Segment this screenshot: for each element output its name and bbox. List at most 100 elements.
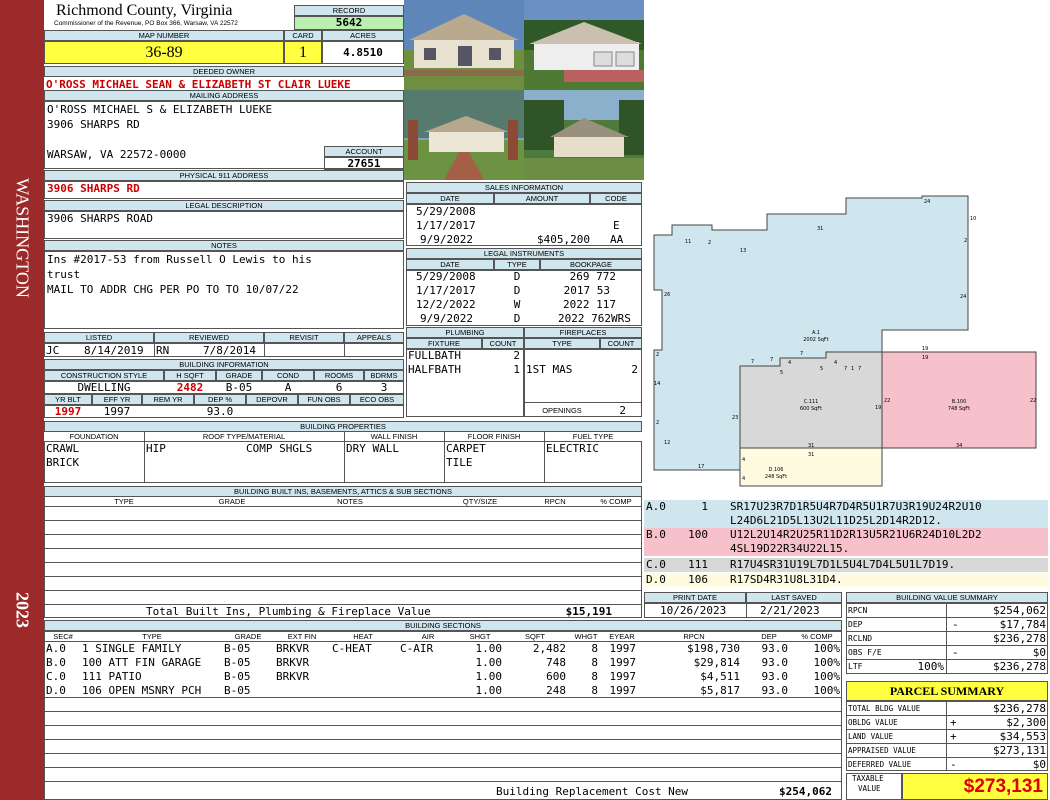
parcel-value: $0 [1032, 758, 1046, 771]
sketch-label-c: C.111 [804, 399, 819, 405]
sketch-dim: 11 [685, 239, 691, 245]
sales-code: AA [610, 233, 624, 246]
vs-pct: 100% [917, 660, 945, 673]
sketch-area-d-sqft: 248 SqFt [765, 474, 787, 480]
sec-col-header: SHGT [469, 632, 491, 641]
plumbing-fixture: FULLBATH [408, 349, 461, 362]
sketch-dim: 24 [960, 294, 966, 300]
section-rpcn: $4,511 [700, 670, 740, 683]
sketch-dim: 22 [884, 398, 890, 404]
roof-header: ROOF TYPE/MATERIAL [202, 432, 286, 441]
section-whgt: 8 [591, 670, 598, 683]
house-photo-driveway [404, 90, 524, 180]
section-type: 106 OPEN MSNRY PCH [82, 684, 202, 697]
section-eyear: 1997 [609, 642, 637, 655]
sketch-dim: 5 [820, 366, 823, 372]
parcel-label: LAND VALUE [848, 732, 894, 741]
sales-date: 1/17/2017 [416, 219, 476, 232]
sketch-code-type: 106 [688, 573, 708, 586]
sketch-dim: 2 [708, 240, 711, 246]
map-number-header: MAP NUMBER [44, 30, 284, 41]
dep-header: DEP % [194, 394, 246, 405]
section-dep: 93.0 [761, 684, 789, 697]
li-date: 5/29/2008 [416, 270, 476, 283]
card-number: 1 [284, 41, 322, 64]
built-ins-total-label: Total Built Ins, Plumbing & Fireplace Va… [146, 605, 431, 618]
sketch-dim: 24 [924, 199, 930, 205]
roof-material: COMP SHGLS [246, 442, 313, 455]
fuel-header: FUEL TYPE [572, 432, 614, 441]
li-type: D [513, 312, 521, 325]
bdrms-header: BDRMS [364, 370, 404, 381]
value-summary-header: BUILDING VALUE SUMMARY [846, 592, 1048, 603]
sec-col-header: EXT FIN [287, 632, 317, 641]
section-rpcn: $198,730 [687, 642, 740, 655]
taxable-label: TAXABLE [852, 774, 884, 783]
sketch-label-b: B.100 [952, 399, 967, 405]
sketch-code-path: SR17U23R7D1R5U4R7D4R5U1R7U3R19U24R2U10 [730, 500, 982, 513]
mailing-line2: 3906 SHARPS RD [47, 118, 140, 131]
grade-value: B-05 [225, 381, 253, 394]
building-info-header: BUILDING INFORMATION [44, 359, 404, 370]
fp-count-header: COUNT [600, 338, 642, 349]
sketch-dim: 31 [817, 226, 823, 232]
parcel-value: $236,278 [993, 702, 1046, 715]
section-pcomp: 100% [813, 656, 841, 669]
legal-description: 3906 SHARPS ROAD [44, 211, 404, 239]
building-sketch: A.1 2002 SqFt B.100 748 SqFt C.111 600 S… [653, 195, 1037, 487]
commissioner-line: Commissioner of the Revenue, PO Box 366,… [54, 20, 238, 27]
section-pcomp: 100% [813, 642, 841, 655]
sketch-label-a: A.1 [812, 330, 820, 336]
sketch-code-row: A.0 1 SR17U23R7D1R5U4R7D4R5U1R7U3R19U24R2U… [644, 500, 1048, 514]
parcel-value: $34,553 [999, 730, 1046, 743]
foundation-value: BRICK [46, 456, 80, 469]
sketch-dim: 7 [770, 357, 773, 363]
listed-date: 8/14/2019 [84, 344, 144, 357]
sec-col-header: EYEAR [609, 632, 635, 641]
effyr-header: EFF YR [92, 394, 142, 405]
sketch-dim: 12 [664, 440, 670, 446]
appeals-header: APPEALS [344, 332, 404, 343]
sec-col-header: SEC# [53, 632, 73, 641]
sketch-dim: 31 [808, 443, 814, 449]
legal-instruments-header: LEGAL INSTRUMENTS [406, 248, 642, 259]
notes-header: NOTES [44, 240, 404, 251]
sketch-dim: 7 [800, 351, 803, 357]
district-name: WASHINGTON [12, 178, 33, 298]
fuel-type: ELECTRIC [546, 442, 599, 455]
vs-label: OBS F/E [848, 648, 882, 657]
section-pcomp: 100% [813, 684, 841, 697]
fixture-header: FIXTURE [406, 338, 482, 349]
listed-by: JC [46, 344, 60, 357]
county-title: Richmond County, Virginia [56, 2, 233, 19]
sketch-dim: 26 [664, 292, 670, 298]
depreciation-pct: 93.0 [206, 405, 234, 418]
vs-value: $236,278 [993, 632, 1046, 645]
rooms-header: ROOMS [314, 370, 364, 381]
sketch-dim: 19 [875, 405, 881, 411]
fireplaces-header: FIREPLACES [524, 327, 642, 338]
section-grade: B-05 [224, 684, 251, 697]
sketch-code-type: 1 [701, 500, 708, 513]
deeded-owner-header: DEEDED OWNER [44, 66, 404, 77]
sketch-dim: 22 [1030, 398, 1036, 404]
hsqft-header: H SQFT [164, 370, 216, 381]
account-header: ACCOUNT [324, 146, 404, 157]
sketch-area-a-sqft: 2002 SqFt [803, 337, 829, 343]
last-saved-date: 2/21/2023 [760, 604, 820, 617]
li-date: 1/17/2017 [416, 284, 476, 297]
built-ins-table [44, 496, 642, 618]
vs-value: $0 [1032, 646, 1046, 659]
fp-type-header: TYPE [524, 338, 600, 349]
cons-style-header: CONSTRUCTION STYLE [44, 370, 164, 381]
notes-line3: MAIL TO ADDR CHG PER PO TO TO 10/07/22 [47, 283, 299, 296]
building-properties-header: BUILDING PROPERTIES [44, 421, 642, 432]
sketch-code-id: B.0 [646, 528, 666, 541]
vs-label: LTF [848, 662, 863, 671]
sales-date-header: DATE [406, 193, 494, 204]
section-sec: C.0 [46, 670, 66, 683]
section-whgt: 8 [591, 684, 598, 697]
sketch-dim: 7 [751, 359, 754, 365]
sketch-dim: 4 [742, 476, 745, 482]
sketch-dim: 2 [656, 420, 659, 426]
